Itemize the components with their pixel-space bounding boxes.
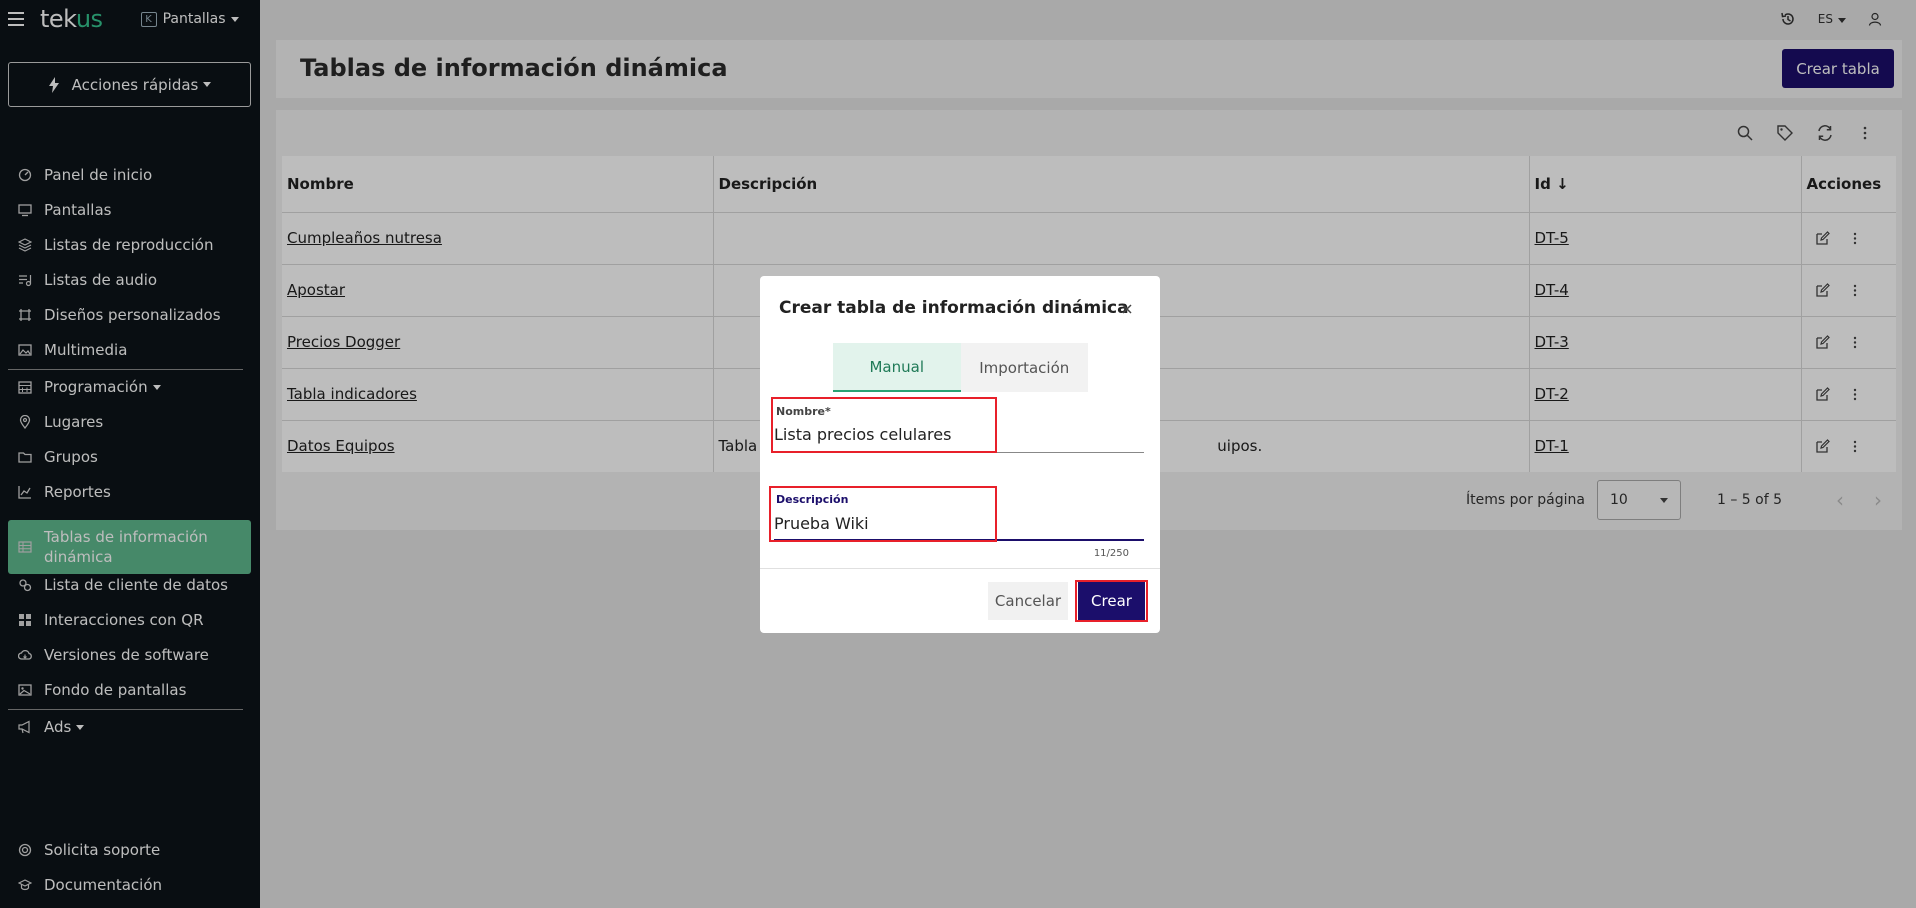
name-field-label: Nombre* (776, 405, 831, 418)
description-field: Descripción (774, 488, 1144, 548)
description-field-label: Descripción (776, 493, 849, 506)
dialog-divider (760, 568, 1160, 569)
description-input[interactable] (774, 510, 1144, 536)
close-icon[interactable] (1120, 302, 1134, 316)
tab-importacion[interactable]: Importación (961, 343, 1089, 392)
description-field-underline (774, 539, 1144, 541)
dialog-title: Crear tabla de información dinámica (779, 298, 1129, 318)
dialog-tabs: Manual Importación (833, 343, 1088, 392)
name-input[interactable] (774, 421, 1144, 447)
name-field-underline (774, 452, 1144, 453)
cancel-button[interactable]: Cancelar (988, 582, 1068, 620)
name-field: Nombre* (774, 401, 1144, 461)
create-button[interactable]: Crear (1078, 582, 1145, 620)
create-table-dialog: Crear tabla de información dinámica Manu… (760, 276, 1160, 633)
tab-manual[interactable]: Manual (833, 343, 961, 392)
character-counter: 11/250 (1093, 548, 1129, 559)
